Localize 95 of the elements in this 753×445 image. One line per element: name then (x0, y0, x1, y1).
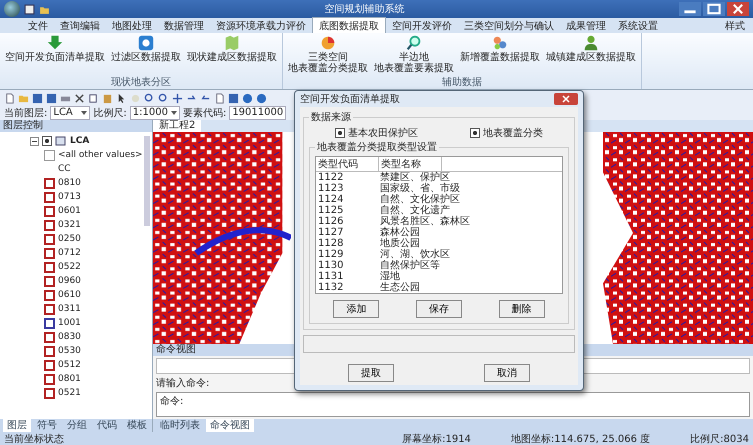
panel-tab[interactable]: 临时列表 (156, 419, 204, 432)
menu-tab[interactable]: 系统设置 (612, 18, 664, 34)
table-cell: 生态公园 (380, 282, 420, 293)
table-cell-text: 1127 (317, 227, 344, 238)
group-label: 辅助数据 (441, 77, 483, 89)
layer-label: 当前图层: (4, 106, 48, 120)
code-field[interactable]: 19011000 (229, 106, 286, 120)
table-cell-text: 1132 (317, 282, 344, 293)
dialog-button[interactable]: 取消 (484, 364, 530, 382)
table-cell: 风景名胜区、森林区 (380, 216, 470, 227)
scale-label: 比例尺: (93, 106, 127, 120)
legend-label: <all other values> (58, 150, 143, 160)
checkbox-label: 基本农田保护区 (348, 126, 418, 140)
menu-tab[interactable]: 地图处理 (106, 18, 158, 34)
menu-tab[interactable]: 底图数据提取 (312, 17, 386, 34)
table-cell-text: 1126 (317, 216, 344, 227)
type-group: 地表覆盖分类提取类型设置 类型代码 类型名称 1122 禁建区、保护区 1123 国家级、省、市级 1124 自然、文化保护区 1125 自然、文化遗产 1126 风景名胜区、森林区 1127 森林公园 1128 地质公园 1129 河、湖、饮水区 1130 自然保护区等 1131 湿地 1132 生态公园 添加 保存 删除 (309, 140, 569, 324)
legend-label: 0601 (58, 206, 81, 216)
panel-tab[interactable]: 图层 (3, 419, 31, 432)
menu-tab[interactable]: 成果管理 (560, 18, 612, 34)
map-coordinates: 地图坐标:114.675, 25.066 度 (510, 432, 650, 445)
ribbon-button[interactable]: 城镇建成区数据提取 (543, 33, 639, 77)
panel-tab[interactable]: 符号 (33, 419, 61, 432)
document-tab[interactable]: 新工程2 (153, 120, 202, 132)
menu-tab[interactable]: 文件 (22, 18, 54, 34)
command-prompt: 请输入命令: (156, 376, 210, 390)
legend-label: 0311 (58, 304, 81, 314)
legend-label: 0512 (58, 360, 81, 370)
menu-tab[interactable]: 空间开发评价 (386, 18, 458, 34)
panel-tab[interactable]: 代码 (93, 419, 121, 432)
ribbon-button[interactable]: 过滤区数据提取 (108, 33, 184, 77)
ribbon-button[interactable]: 三类空间 地表覆盖分类提取 (285, 33, 371, 77)
legend-label: 0801 (58, 374, 81, 384)
table-cell-text: 1130 (317, 260, 344, 271)
ribbon-button[interactable]: 空间开发负面清单提取 (2, 33, 108, 77)
table-cell: 自然、文化遗产 (380, 205, 450, 216)
legend-label: 0250 (58, 234, 81, 244)
legend-label: 0530 (58, 346, 81, 356)
source-group: 数据来源 基本农田保护区 地表覆盖分类 地表覆盖分类提取类型设置 类型代码 类型名称 1122 禁建区、保护区 1123 国家级、省、市级 1124 自然、文化保护区 1125 自然、文化遗产 1126 风景名胜区、森林区 1127 森林公园 1128 地质公园 1129 河、湖、饮水区 1130 自然保护区等 1131 湿地 1132 生态公园 添加 保存 删除 (303, 110, 575, 330)
table-cell-text: 1129 (317, 249, 344, 260)
group-label: 现状地表分区 (110, 77, 172, 89)
table-cell: 国家级、省、市级 (380, 183, 460, 194)
command-field[interactable]: 命令: (156, 392, 750, 417)
code-label: 要素代码: (182, 106, 226, 120)
scale-readout: 比例尺:8034 (690, 432, 749, 445)
status-text: 当前坐标状态 (4, 432, 64, 445)
legend-label: 0830 (58, 332, 81, 342)
legend-label: 0522 (58, 262, 81, 272)
panel-tab[interactable]: 分组 (63, 419, 91, 432)
table-cell: 自然保护区等 (380, 260, 440, 271)
table-cell-text: 1124 (317, 194, 344, 205)
legend-label: 0960 (58, 276, 81, 286)
ribbon-button[interactable]: 现状建成区数据提取 (184, 33, 280, 77)
table-cell: 自然、文化保护区 (380, 194, 460, 205)
legend-label: 0521 (58, 388, 81, 398)
table-cell: 河、湖、饮水区 (380, 249, 450, 260)
legend-label: 0712 (58, 248, 81, 258)
legend-label: 0713 (58, 192, 81, 202)
table-cell: 地质公园 (380, 238, 420, 249)
dialog-button[interactable]: 添加 (333, 300, 380, 318)
dialog-title: 空间开发负面清单提取 (300, 92, 400, 106)
table-cell: 湿地 (380, 271, 400, 282)
dialog-button[interactable]: 提取 (348, 364, 394, 382)
layer-dropdown[interactable]: LCA (50, 106, 90, 120)
menu-tab[interactable]: 资源环境承载力评价 (210, 18, 312, 34)
checkbox-label: 地表覆盖分类 (483, 126, 543, 140)
dialog-button[interactable]: 保存 (416, 300, 462, 318)
style-menu[interactable]: 样式 (725, 18, 753, 32)
window-title: 空间规划辅助系统 (324, 2, 404, 16)
legend-label: 0610 (58, 290, 81, 300)
table-cell: 禁建区、保护区 (380, 172, 450, 183)
legend-label: 0810 (58, 178, 81, 188)
legend-label: 1001 (58, 318, 81, 328)
table-cell-text: 1131 (317, 271, 344, 282)
ribbon-button[interactable]: 半边地 地表覆盖要素提取 (371, 33, 457, 77)
menu-tab[interactable]: 数据管理 (158, 18, 210, 34)
legend-label: 0321 (58, 220, 81, 230)
dialog-button[interactable]: 删除 (498, 300, 545, 318)
legend-label: CC (58, 164, 71, 174)
ribbon-button[interactable]: 新增覆盖数据提取 (457, 33, 543, 77)
panel-tab[interactable]: 模板 (123, 419, 151, 432)
table-cell: 森林公园 (380, 227, 420, 238)
screen-coordinates: 屏幕坐标:1914 (402, 432, 471, 445)
table-cell-text: 1123 (317, 183, 344, 194)
panel-header: 图层控制 (0, 120, 152, 132)
menu-tab[interactable]: 查询编辑 (54, 18, 106, 34)
table-cell-text: 1128 (317, 238, 344, 249)
menu-tab[interactable]: 三类空间划分与确认 (458, 18, 560, 34)
layer-name[interactable]: LCA (70, 136, 90, 146)
table-cell-text: 1125 (317, 205, 344, 216)
column-header[interactable]: 类型代码 (316, 157, 379, 171)
scale-dropdown[interactable]: 1:1000 (130, 106, 180, 120)
table-cell-text: 1122 (317, 172, 344, 183)
column-header[interactable]: 类型名称 (379, 157, 442, 171)
panel-tab[interactable]: 命令视图 (206, 419, 254, 432)
